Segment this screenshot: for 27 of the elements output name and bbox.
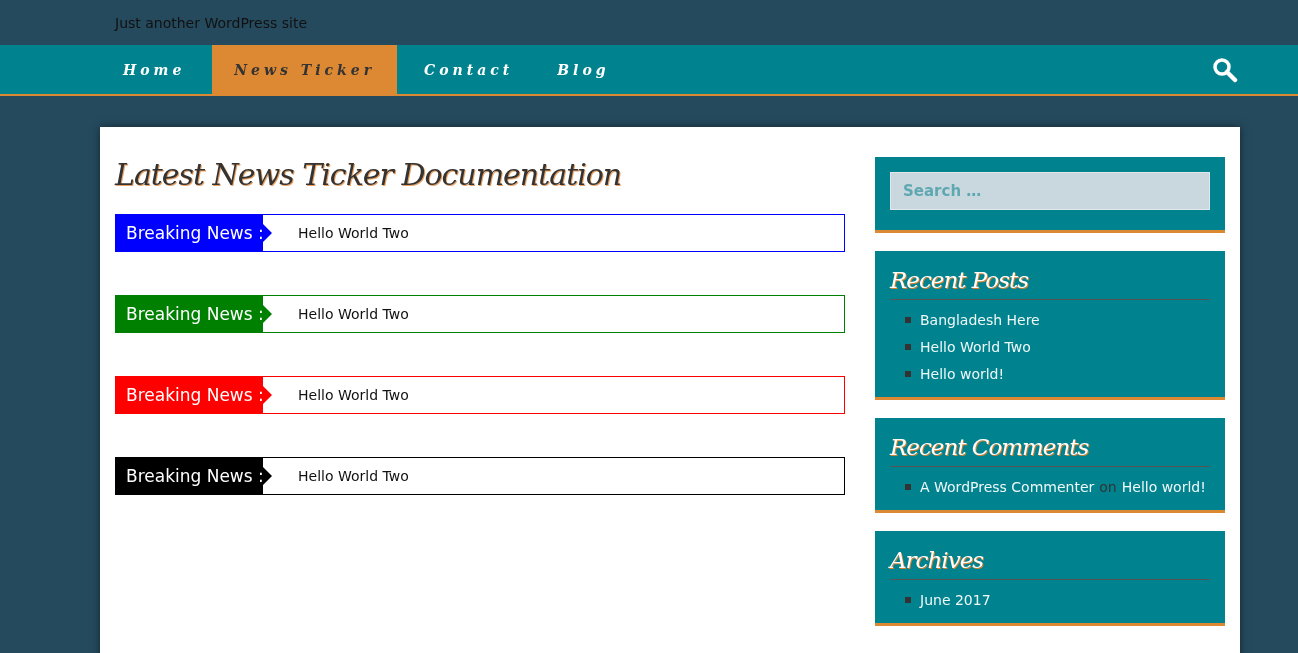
nav-link[interactable]: Home [101,45,208,94]
site-tagline: Just another WordPress site [115,14,307,31]
bullet-icon [905,483,911,490]
bullet-icon [905,596,911,603]
bullet-icon [905,316,911,323]
ticker-headline[interactable]: Hello World Two [298,468,409,484]
widget-title: Archives [890,543,1210,580]
nav-link[interactable]: Contact [402,45,536,94]
ticker-headline[interactable]: Hello World Two [298,387,409,403]
nav-link[interactable]: Blog [535,45,632,94]
search-field[interactable]: Search … [890,172,1210,210]
post-link[interactable]: Hello world! [920,365,1005,382]
post-link[interactable]: Hello world! [1121,478,1206,495]
ticker-headline[interactable]: Hello World Two [298,306,409,322]
bullet-icon [905,343,911,350]
nav-link[interactable]: News Ticker [212,45,398,94]
archive-link[interactable]: June 2017 [920,591,991,608]
page-title: Latest News Ticker Documentation [115,157,623,192]
widget-title: Recent Comments [890,430,1210,467]
widget-title: Recent Posts [890,263,1210,300]
comment-author-link[interactable]: A WordPress Commenter [920,478,1095,495]
comment-on-text: on [1099,478,1117,495]
search-icon[interactable] [1212,56,1238,83]
post-link[interactable]: Bangladesh Here [920,311,1040,328]
post-link[interactable]: Hello World Two [920,338,1031,355]
bullet-icon [905,370,911,377]
ticker-headline[interactable]: Hello World Two [298,225,409,241]
